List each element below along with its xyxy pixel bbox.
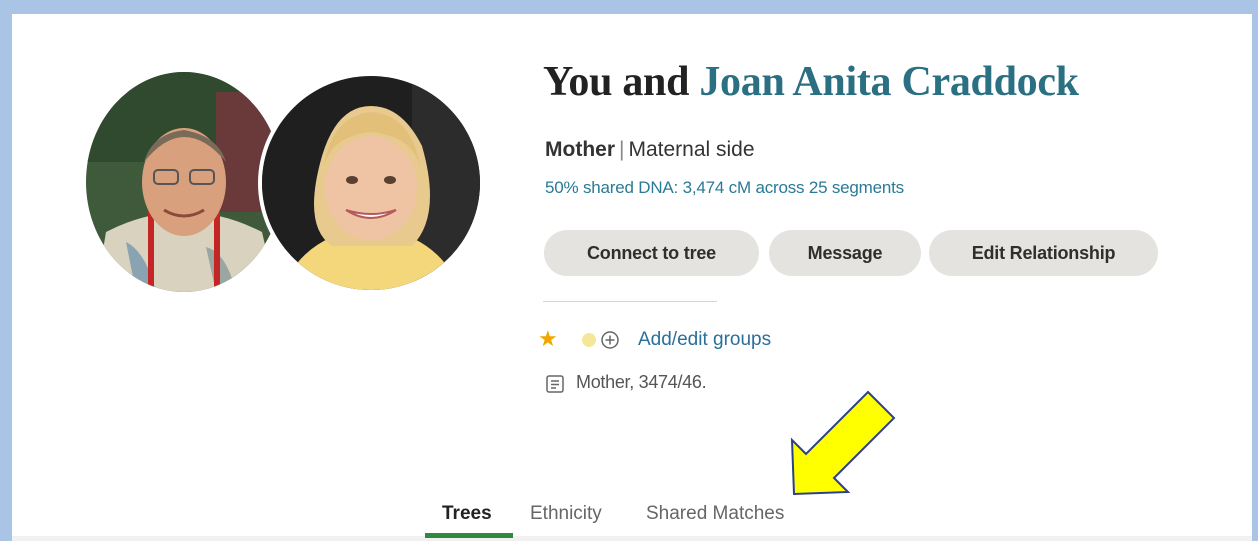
title-prefix: You and	[543, 59, 690, 105]
tabs-bar	[12, 536, 1252, 541]
tab-trees[interactable]: Trees	[442, 503, 492, 525]
match-avatar	[258, 72, 484, 294]
arrow-annotation-icon	[790, 390, 896, 496]
edit-relationship-button[interactable]: Edit Relationship	[929, 230, 1158, 276]
relationship-separator: |	[619, 138, 625, 161]
note-text[interactable]: Mother, 3474/46.	[576, 372, 707, 393]
add-edit-groups-link[interactable]: Add/edit groups	[638, 329, 771, 351]
relationship-line: Mother | Maternal side	[545, 138, 755, 162]
user-avatar	[86, 72, 282, 292]
star-icon[interactable]: ★	[538, 326, 558, 352]
page-title: You and Joan Anita Craddock	[543, 58, 1079, 106]
divider	[543, 301, 717, 302]
add-circle-icon[interactable]	[600, 330, 620, 350]
relationship-side: Maternal side	[628, 138, 755, 161]
note-icon[interactable]	[545, 374, 565, 394]
message-button[interactable]: Message	[769, 230, 921, 276]
shared-dna-link[interactable]: 50% shared DNA: 3,474 cM across 25 segme…	[545, 178, 904, 198]
frame-top	[0, 0, 1258, 14]
frame-left	[0, 0, 12, 541]
active-tab-indicator	[425, 533, 513, 538]
tab-shared-matches[interactable]: Shared Matches	[646, 503, 784, 525]
connect-to-tree-button[interactable]: Connect to tree	[544, 230, 759, 276]
frame-right	[1252, 0, 1258, 541]
match-name: Joan Anita Craddock	[699, 59, 1079, 105]
match-photo	[262, 76, 480, 290]
relationship-label: Mother	[545, 138, 615, 161]
user-photo	[86, 72, 282, 292]
tab-ethnicity[interactable]: Ethnicity	[530, 503, 602, 525]
group-color-dot[interactable]	[582, 333, 596, 347]
